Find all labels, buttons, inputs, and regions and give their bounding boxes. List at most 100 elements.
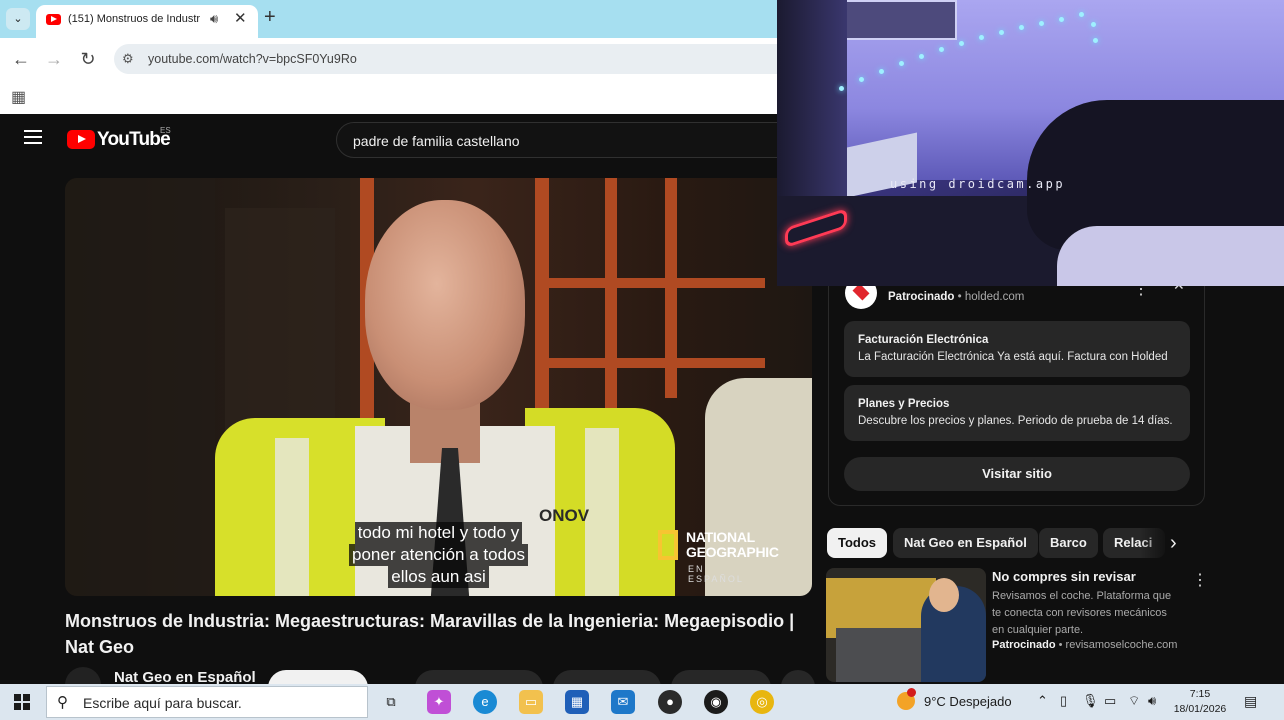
subtitle-line: poner atención a todos [349, 544, 528, 566]
led-light [1093, 38, 1098, 43]
video-girder [535, 278, 765, 288]
country-code: ES [160, 126, 171, 135]
edge-browser-icon[interactable]: e [473, 690, 497, 714]
ad-sitelink-desc: La Facturación Electrónica Ya está aquí.… [858, 351, 1168, 363]
led-light [839, 86, 844, 91]
windows-taskbar: ⚲ Escribe aquí para buscar. ⧉ ✦ e ▭ ▦ ✉ … [0, 684, 1284, 720]
ad-sponsored-line: Patrocinado • holded.com [888, 291, 1025, 303]
video-player[interactable]: ONOV todo mi hotel y todo y poner atenci… [65, 178, 812, 596]
taskbar-clock[interactable]: 7:15 18/01/2026 [1170, 687, 1230, 717]
led-light [919, 54, 924, 59]
video-girder [605, 178, 617, 428]
led-light [1039, 21, 1044, 26]
led-light [879, 69, 884, 74]
led-light [1091, 22, 1096, 27]
obs-studio-icon[interactable]: ● [658, 690, 682, 714]
outlook-mail-icon[interactable]: ✉ [611, 690, 635, 714]
subtitle-line: todo mi hotel y todo y [354, 522, 523, 544]
forward-arrow-icon[interactable]: → [42, 47, 66, 71]
microsoft-store-icon[interactable]: ▦ [565, 690, 589, 714]
subscribe-button[interactable] [268, 670, 368, 684]
video-person-head [365, 200, 525, 410]
task-view-icon[interactable]: ⧉ [379, 690, 403, 714]
browser-tab-active[interactable]: (151) Monstruos de Industr 🔊︎ ✕ [36, 5, 258, 38]
hamburger-menu-icon[interactable] [24, 130, 42, 144]
recommendation-more-vert-icon[interactable]: ⋮ [1192, 570, 1208, 590]
weather-text[interactable]: 9°C Despejado [924, 694, 1012, 709]
file-explorer-icon[interactable]: ▭ [519, 690, 543, 714]
windows-start-icon[interactable] [14, 694, 30, 710]
chrome-browser-icon[interactable]: ◎ [750, 690, 774, 714]
youtube-play-logo-icon [67, 130, 95, 149]
taskbar-search-placeholder[interactable]: Escribe aquí para buscar. [83, 695, 242, 711]
back-arrow-icon[interactable]: ← [9, 47, 33, 71]
more-actions-button[interactable] [781, 670, 815, 684]
app-icon[interactable]: ◉ [704, 690, 728, 714]
visit-site-button[interactable]: Visitar sitio [844, 457, 1190, 491]
copilot-icon[interactable]: ✦ [427, 690, 451, 714]
save-button[interactable] [671, 670, 771, 684]
led-light [959, 41, 964, 46]
subtitle-line: ellos aun asi [388, 566, 489, 588]
recommendation-title[interactable]: No compres sin revisar [992, 569, 1182, 584]
channel-name[interactable]: Nat Geo en Español [114, 669, 256, 684]
natgeo-wordmark: NATIONAL GEOGRAPHIC [686, 530, 786, 560]
ad-domain: holded.com [964, 291, 1025, 303]
ad-sitelink[interactable]: Facturación Electrónica La Facturación E… [844, 321, 1190, 377]
taskbar-search-box[interactable]: ⚲ Escribe aquí para buscar. [46, 686, 368, 718]
address-bar[interactable]: ⚙︎ youtube.com/watch?v=bpcSF0Yu9Ro [114, 44, 794, 74]
recommendation-sponsored-label: Patrocinado [992, 639, 1056, 651]
notification-center-icon[interactable]: ▤ [1244, 693, 1257, 710]
video-title: Monstruos de Industria: Megaestructuras:… [65, 611, 795, 657]
clock-date: 18/01/2026 [1173, 703, 1227, 715]
youtube-search-input[interactable]: padre de familia castellano [336, 122, 796, 158]
site-info-icon[interactable]: ⚙︎ [122, 51, 134, 67]
video-girder [535, 358, 765, 368]
chip-nat-geo[interactable]: Nat Geo en Español [893, 528, 1038, 558]
video-girder [535, 178, 549, 438]
ad-sitelink[interactable]: Planes y Precios Descubre los precios y … [844, 385, 1190, 441]
led-light [1019, 25, 1024, 30]
youtube-favicon-icon [46, 14, 61, 25]
natgeo-line-1: NATIONAL [686, 529, 755, 545]
led-light [859, 77, 864, 82]
tray-microphone-icon[interactable]: 🎙︎ [1082, 693, 1099, 709]
channel-avatar[interactable] [65, 667, 101, 684]
tray-battery-icon[interactable]: ▭ [1104, 693, 1116, 709]
natgeo-line-2: GEOGRAPHIC [686, 544, 779, 560]
tray-chevron-up-icon[interactable]: ⌃ [1037, 693, 1048, 709]
webcam-overlay: using droidcam.app [777, 0, 1284, 286]
address-url[interactable]: youtube.com/watch?v=bpcSF0Yu9Ro [148, 52, 357, 66]
reload-icon[interactable]: ↻ [76, 47, 100, 71]
apps-grid-icon[interactable]: ▦ [11, 87, 26, 107]
recommendation-thumbnail[interactable] [826, 568, 986, 682]
tab-close-icon[interactable]: ✕ [234, 9, 247, 27]
chip-next-chevron-icon[interactable]: › [1170, 532, 1177, 555]
chip-barco[interactable]: Barco [1039, 528, 1098, 558]
share-button[interactable] [553, 670, 661, 684]
like-dislike-button[interactable] [415, 670, 543, 684]
chip-todos[interactable]: Todos [827, 528, 888, 558]
new-tab-plus-icon[interactable]: + [264, 6, 276, 29]
sponsored-ad-card: Patrocinado • holded.com ⋮ ✕ Facturación… [828, 270, 1205, 506]
tray-wifi-icon[interactable]: ⌔ [1128, 693, 1140, 709]
tab-audio-speaker-icon[interactable]: 🔊︎ [210, 11, 218, 27]
led-light [1079, 12, 1084, 17]
tab-search-chevron-icon[interactable]: ⌄ [6, 8, 30, 30]
search-icon: ⚲ [57, 694, 68, 711]
droidcam-watermark: using droidcam.app [890, 177, 1066, 191]
weather-alert-badge-icon [907, 688, 916, 697]
search-query-text[interactable]: padre de familia castellano [353, 133, 520, 149]
recommendation-domain: revisamoselcoche.com [1065, 639, 1178, 651]
tray-volume-icon[interactable]: 🔊︎ [1148, 693, 1156, 709]
ad-sitelink-desc: Descubre los precios y planes. Periodo d… [858, 415, 1173, 427]
ad-sitelink-title: Facturación Electrónica [858, 334, 989, 346]
tray-device-icon[interactable]: ▯ [1060, 693, 1067, 709]
chip-fade [1140, 526, 1170, 560]
natgeo-subline: EN ESPAÑOL [688, 564, 744, 584]
video-owner-row: Nat Geo en Español [65, 664, 815, 684]
clock-time: 7:15 [1189, 688, 1211, 700]
youtube-logo-text: YouTube [97, 129, 171, 150]
natgeo-yellow-frame-icon [658, 530, 678, 560]
led-light [899, 61, 904, 66]
